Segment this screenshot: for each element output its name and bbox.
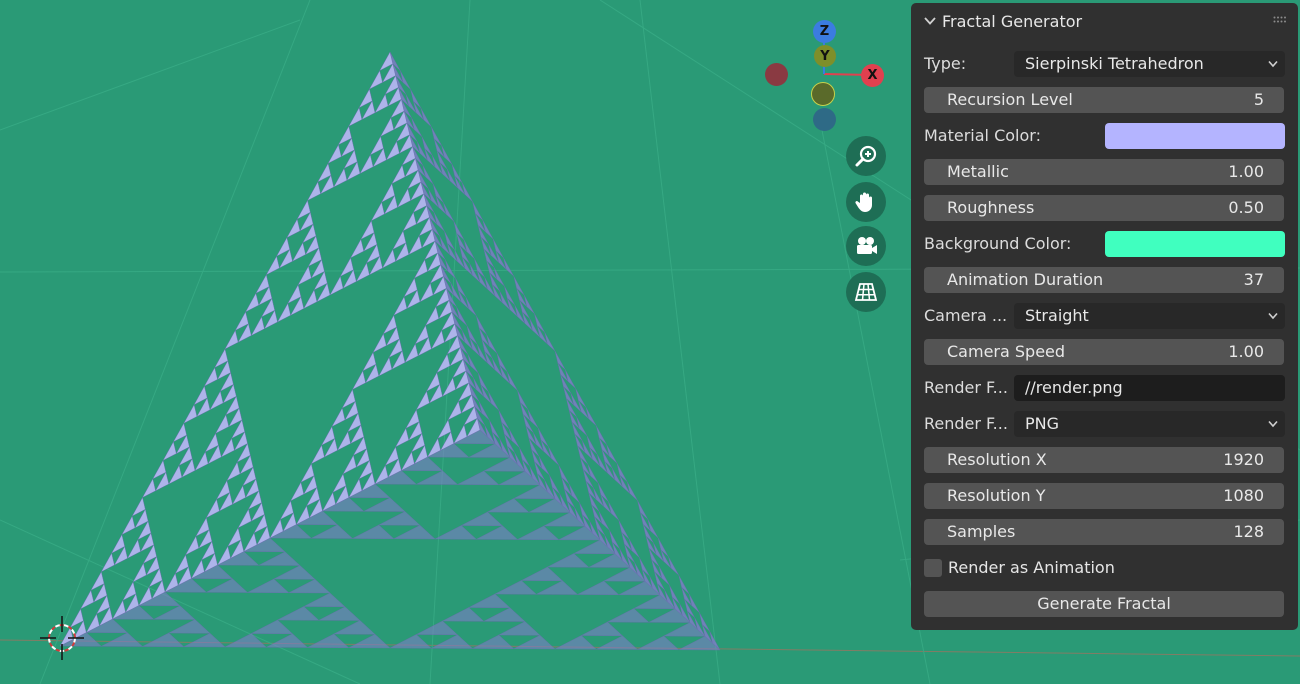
fractal-generator-panel: Fractal Generator Type: Sierpinski Tetra…: [911, 3, 1298, 630]
resolution-x-field[interactable]: Resolution X 1920: [924, 447, 1284, 473]
render-format-label: Render F...: [924, 414, 1008, 433]
samples-label: Samples: [947, 522, 1016, 541]
drag-grip-icon[interactable]: [1273, 16, 1287, 24]
roughness-label: Roughness: [947, 198, 1035, 217]
render-file-label: Render F...: [924, 378, 1008, 397]
collapse-chevron-icon[interactable]: [923, 14, 937, 28]
render-animation-checkbox[interactable]: [924, 559, 942, 577]
gizmo-z-label: Z: [819, 24, 830, 39]
camera-view-button[interactable]: [846, 226, 886, 266]
resolution-y-value: 1080: [1223, 486, 1264, 505]
panel-header[interactable]: Fractal Generator: [911, 3, 1298, 39]
gizmo-neg-x[interactable]: [765, 63, 788, 86]
resolution-x-value: 1920: [1223, 450, 1264, 469]
resolution-x-label: Resolution X: [947, 450, 1047, 469]
animation-duration-label: Animation Duration: [947, 270, 1104, 289]
roughness-field[interactable]: Roughness 0.50: [924, 195, 1284, 221]
metallic-row: Metallic 1.00: [924, 159, 1284, 185]
type-dropdown[interactable]: Sierpinski Tetrahedron: [1014, 51, 1285, 77]
generate-row: Generate Fractal: [924, 591, 1284, 617]
recursion-row: Recursion Level 5: [924, 87, 1284, 113]
type-value: Sierpinski Tetrahedron: [1025, 54, 1204, 73]
camera-dropdown[interactable]: Straight: [1014, 303, 1285, 329]
background-color-swatch[interactable]: [1105, 231, 1285, 257]
animation-duration-value: 37: [1243, 270, 1264, 289]
gizmo-neg-z[interactable]: [813, 108, 836, 131]
render-format-value: PNG: [1025, 414, 1060, 433]
zoom-button[interactable]: [846, 136, 886, 176]
gizmo-y-axis[interactable]: Y: [814, 45, 836, 67]
animation-duration-row: Animation Duration 37: [924, 267, 1284, 293]
samples-row: Samples 128: [924, 519, 1284, 545]
material-color-label: Material Color:: [924, 126, 1041, 145]
roughness-value: 0.50: [1228, 198, 1264, 217]
camera-speed-field[interactable]: Camera Speed 1.00: [924, 339, 1284, 365]
resolution-y-row: Resolution Y 1080: [924, 483, 1284, 509]
zoom-icon: [855, 145, 877, 167]
render-file-value: //render.png: [1025, 378, 1123, 397]
camera-speed-row: Camera Speed 1.00: [924, 339, 1284, 365]
camera-row: Camera ... Straight: [924, 303, 1285, 329]
animation-duration-field[interactable]: Animation Duration 37: [924, 267, 1284, 293]
metallic-value: 1.00: [1228, 162, 1264, 181]
material-color-swatch[interactable]: [1105, 123, 1285, 149]
camera-speed-label: Camera Speed: [947, 342, 1066, 361]
chevron-down-icon: [1268, 60, 1278, 68]
gizmo-x-label: X: [867, 68, 878, 83]
perspective-toggle-button[interactable]: [846, 272, 886, 312]
camera-value: Straight: [1025, 306, 1089, 325]
recursion-level-field[interactable]: Recursion Level 5: [924, 87, 1284, 113]
render-animation-label: Render as Animation: [948, 558, 1115, 577]
panel-title: Fractal Generator: [942, 11, 1083, 31]
background-color-row: Background Color:: [924, 231, 1285, 257]
resolution-y-label: Resolution Y: [947, 486, 1046, 505]
recursion-level-label: Recursion Level: [947, 90, 1073, 109]
generate-fractal-button[interactable]: Generate Fractal: [924, 591, 1284, 617]
background-color-label: Background Color:: [924, 234, 1072, 253]
gizmo-z-axis[interactable]: Z: [813, 20, 836, 43]
render-file-input[interactable]: //render.png: [1014, 375, 1285, 401]
samples-value: 128: [1233, 522, 1264, 541]
material-color-row: Material Color:: [924, 123, 1285, 149]
recursion-level-value: 5: [1253, 90, 1264, 109]
camera-speed-value: 1.00: [1228, 342, 1264, 361]
roughness-row: Roughness 0.50: [924, 195, 1284, 221]
chevron-down-icon: [1268, 312, 1278, 320]
samples-field[interactable]: Samples 128: [924, 519, 1284, 545]
gizmo-x-axis[interactable]: X: [861, 64, 884, 87]
camera-icon: [857, 237, 877, 254]
resolution-x-row: Resolution X 1920: [924, 447, 1284, 473]
metallic-field[interactable]: Metallic 1.00: [924, 159, 1284, 185]
metallic-label: Metallic: [947, 162, 1009, 181]
resolution-y-field[interactable]: Resolution Y 1080: [924, 483, 1284, 509]
render-format-row: Render F... PNG: [924, 411, 1285, 437]
camera-label: Camera ...: [924, 306, 1008, 325]
render-format-dropdown[interactable]: PNG: [1014, 411, 1285, 437]
render-file-row: Render F... //render.png: [924, 375, 1285, 401]
type-row: Type: Sierpinski Tetrahedron: [924, 51, 1285, 77]
gizmo-y-label: Y: [820, 48, 830, 64]
render-animation-row[interactable]: Render as Animation: [924, 555, 1284, 581]
pan-button[interactable]: [846, 182, 886, 222]
chevron-down-icon: [1268, 420, 1278, 428]
gizmo-neg-y[interactable]: [811, 82, 835, 106]
grid-perspective-icon: [854, 283, 878, 301]
hand-pan-icon: [855, 192, 872, 212]
type-label: Type:: [924, 54, 967, 73]
